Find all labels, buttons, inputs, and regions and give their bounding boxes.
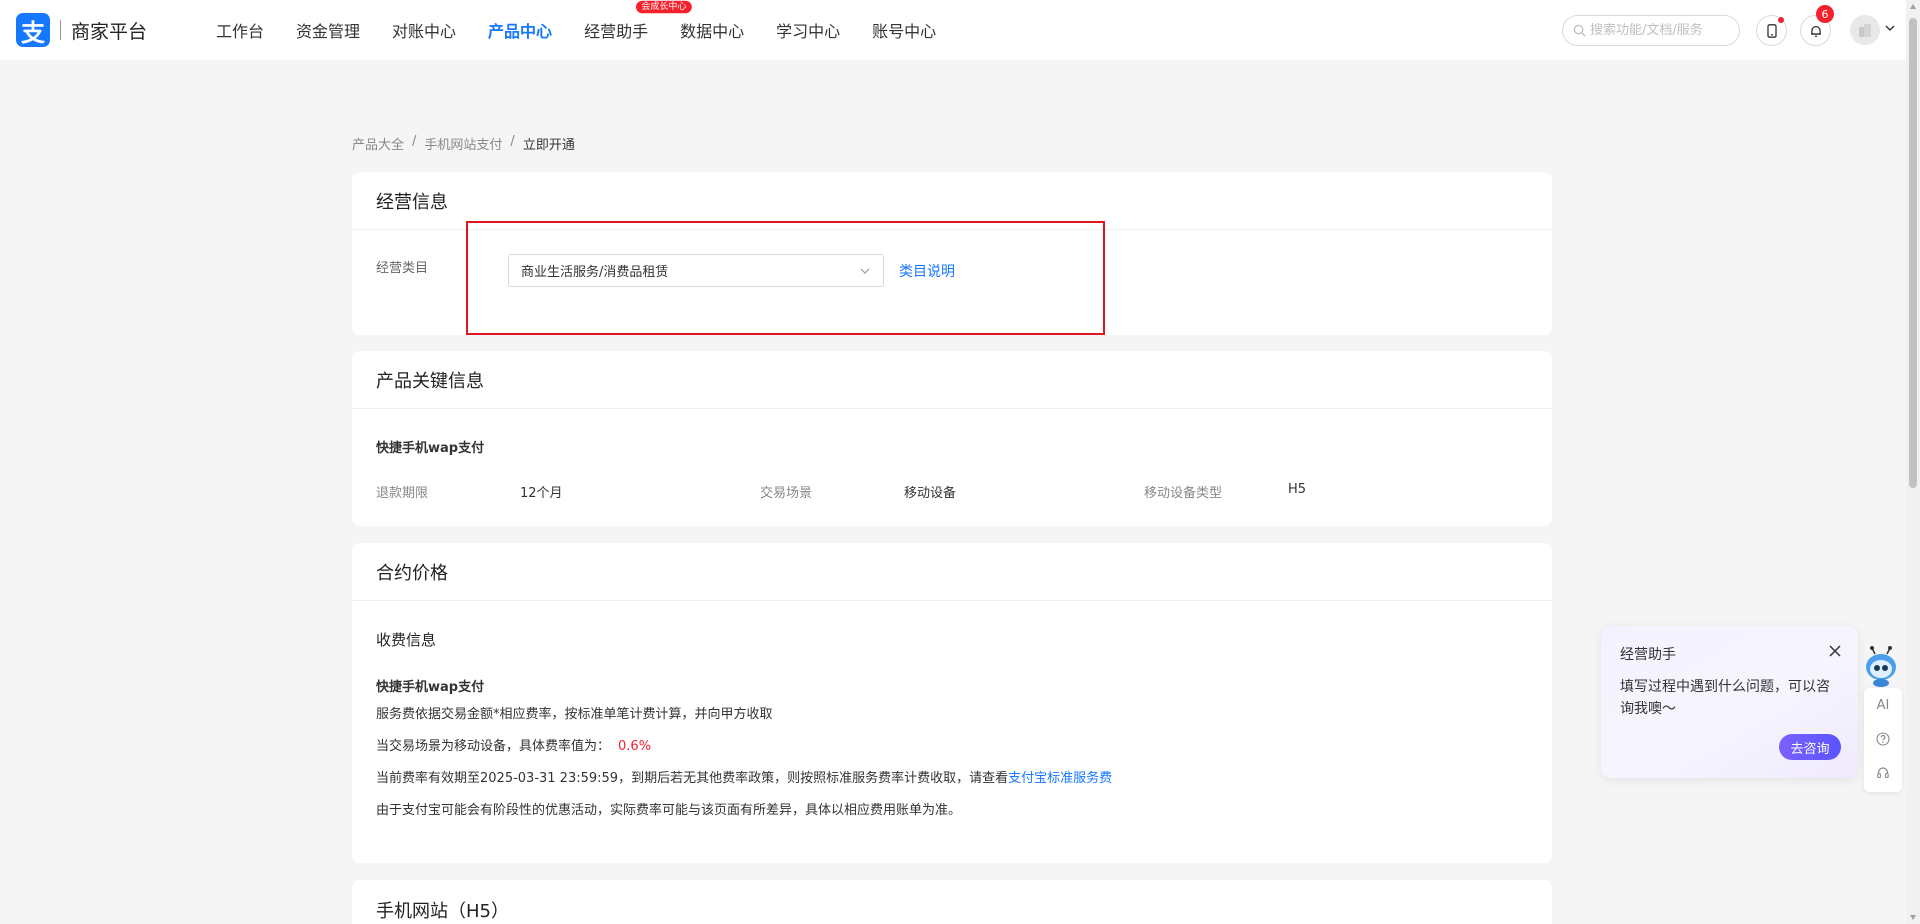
nav-item-products[interactable]: 产品中心 [488,18,552,42]
fee-line-2-text: 当交易场景为移动设备，具体费率值为： [376,739,611,754]
h5-card-title: 手机网站（H5） [376,901,509,922]
device-type-label: 移动设备类型 [1144,486,1223,501]
breadcrumb-separator: / [510,134,515,149]
app-title: 商家平台 [71,20,148,43]
nav-item-funds[interactable]: 资金管理 [296,18,360,42]
assistant-message: 填写过程中遇到什么问题，可以咨询我噢～ [1620,679,1830,717]
nav-item-assistant-label: 经营助手 [584,22,649,41]
side-toolbar: AI [1864,688,1902,792]
device-type-value: H5 [1288,482,1307,497]
h5-card: 手机网站（H5） [352,880,1552,924]
robot-mascot-icon[interactable] [1862,646,1900,688]
avatar[interactable] [1850,15,1880,45]
nav-item-workbench[interactable]: 工作台 [216,18,264,42]
nav-item-reconciliation[interactable]: 对账中心 [392,18,456,42]
assistant-title: 经营助手 [1620,647,1676,663]
top-nav-bar: 支 商家平台 工作台 资金管理 对账中心 产品中心 经营助手 会成长中心 数据中… [0,0,1920,60]
breadcrumb-current: 立即开通 [522,138,575,153]
nav-item-data[interactable]: 数据中心 [680,18,744,42]
help-button[interactable] [1864,724,1902,754]
search-icon [1573,24,1586,37]
main-nav: 工作台 资金管理 对账中心 产品中心 经营助手 会成长中心 数据中心 学习中心 … [200,0,952,60]
notification-count-badge: 6 [1816,5,1834,23]
fee-line-4: 由于支付宝可能会有阶段性的优惠活动，实际费率可能与该页面有所差异，具体以相应费用… [376,803,962,818]
fee-line-2: 当交易场景为移动设备，具体费率值为： 0.6% [376,735,651,754]
page-scrollbar[interactable] [1906,0,1920,924]
fee-line-3: 当前费率有效期至2025-03-31 23:59:59，到期后若无其他费率政策，… [376,767,1112,786]
fee-section-title: 收费信息 [376,631,437,649]
highlight-box [466,221,1105,335]
fee-rate: 0.6% [618,739,652,754]
logo[interactable]: 支 商家平台 [16,13,147,47]
building-icon [1859,24,1871,37]
mobile-red-dot [1778,17,1784,23]
scroll-down-arrow-icon[interactable] [1909,913,1917,921]
mobile-phone-icon [1766,23,1777,38]
breadcrumb: 产品大全 / 手机网站支付 / 立即开通 [352,134,575,153]
nav-item-assistant[interactable]: 经营助手 会成长中心 [584,0,692,42]
fee-line-1: 服务费依据交易金额*相应费率，按标准单笔计费计算，并向甲方收取 [376,707,773,722]
scrollbar-thumb[interactable] [1909,18,1917,488]
bell-icon [1810,25,1821,37]
chevron-down-icon[interactable] [1884,22,1896,34]
fee-line-3-text: 当前费率有效期至2025-03-31 23:59:59，到期后若无其他费率政策，… [376,771,1009,786]
breadcrumb-item-products[interactable]: 产品大全 [352,134,404,153]
breadcrumb-separator: / [412,134,417,149]
search-box[interactable] [1562,15,1740,46]
nav-item-learning[interactable]: 学习中心 [776,18,840,42]
headset-icon [1877,767,1889,779]
assistant-popup: 经营助手 填写过程中遇到什么问题，可以咨询我噢～ 去咨询 [1601,626,1858,778]
trade-scene-label: 交易场景 [760,486,813,501]
question-icon [1876,732,1890,746]
refund-period-value: 12个月 [520,486,563,501]
notification-button[interactable]: 6 [1800,5,1834,46]
fee-product-name: 快捷手机wap支付 [376,680,485,695]
product-key-info-title: 产品关键信息 [352,351,1552,409]
breadcrumb-item-mobile-web-pay[interactable]: 手机网站支付 [424,134,502,153]
search-input[interactable] [1590,23,1730,38]
product-key-info-card: 产品关键信息 快捷手机wap支付 退款期限 12个月 交易场景 移动设备 移动设… [352,351,1552,526]
nav-item-account[interactable]: 账号中心 [872,18,936,42]
contract-price-card: 合约价格 收费信息 快捷手机wap支付 服务费依据交易金额*相应费率，按标准单笔… [352,543,1552,863]
scroll-up-arrow-icon[interactable] [1909,3,1917,11]
category-label: 经营类目 [376,261,429,276]
ai-tool-button[interactable]: AI [1864,690,1902,720]
close-icon[interactable] [1828,644,1842,658]
logo-divider [60,20,61,40]
standard-fee-link[interactable]: 支付宝标准服务费 [1008,771,1112,786]
consult-button[interactable]: 去咨询 [1779,734,1841,760]
refund-period-label: 退款期限 [376,486,429,501]
contract-price-title: 合约价格 [352,543,1552,601]
mobile-button[interactable] [1756,15,1787,46]
alipay-logo-icon: 支 [16,13,50,47]
product-name: 快捷手机wap支付 [376,441,485,456]
trade-scene-value: 移动设备 [904,486,957,501]
nav-badge: 会成长中心 [636,0,692,14]
customer-service-button[interactable] [1864,758,1902,788]
